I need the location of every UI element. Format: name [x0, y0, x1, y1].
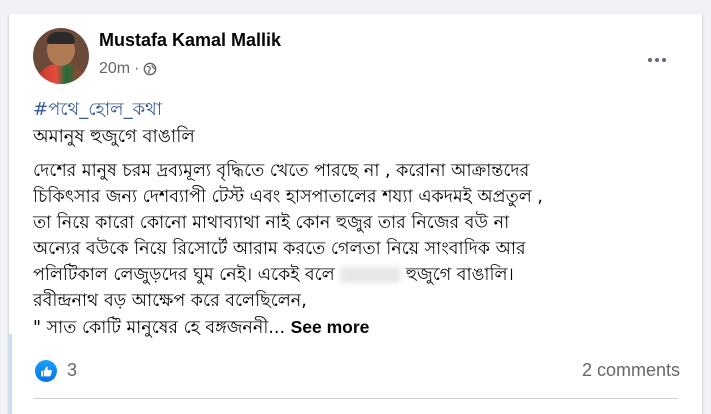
- dot-icon: [648, 58, 652, 62]
- post-text: দেশের মানুষ চরম দ্রব্যমূল্য বৃদ্ধিতে খেত…: [33, 158, 693, 341]
- author-avatar[interactable]: [33, 28, 89, 84]
- meta-separator: ·: [134, 60, 140, 77]
- hashtag-link[interactable]: #পথে_হোল_কথা: [33, 98, 162, 122]
- dot-icon: [655, 58, 659, 62]
- avatar-shirt: [37, 64, 85, 84]
- post-line: দেশের মানুষ চরম দ্রব্যমূল্য বৃদ্ধিতে খেত…: [33, 161, 530, 181]
- post-line: তা নিয়ে কারো কোনো মাথাব্যাথা নাই কোন হু…: [33, 213, 510, 233]
- post-line: রবীন্দ্রনাথ বড় আক্ষেপ করে বলেছিলেন,: [33, 291, 307, 311]
- post-line-5: পলিটিকাল লেজুড়দের ঘুম নেই। একেই বলে হুজ…: [33, 262, 693, 288]
- avatar-hair: [47, 32, 75, 44]
- post-meta: 20m ·: [99, 60, 157, 78]
- post-title: অমানুষ হুজুগে বাঙালি: [33, 126, 195, 147]
- globe-icon[interactable]: [143, 62, 157, 76]
- more-options-button[interactable]: [641, 50, 673, 70]
- post-line-suffix: হুজুগে বাঙালি।: [405, 265, 514, 285]
- post-time[interactable]: 20m: [99, 60, 130, 78]
- post-line-text: পলিটিকাল লেজুড়দের ঘুম নেই। একেই বলে: [33, 265, 335, 285]
- post-footer: 3 2 comments: [9, 350, 702, 390]
- post-line: অন্যের বউকে নিয়ে রিসোর্টে আরাম করতে গেল…: [33, 239, 526, 259]
- footer-divider: [33, 398, 678, 399]
- post-body: #পথে_হোল_কথা অমানুষ হুজুগে বাঙালি দেশের …: [33, 98, 693, 341]
- like-count[interactable]: 3: [67, 360, 77, 381]
- post-card: Mustafa Kamal Mallik 20m · #পথে_হোল_কথা …: [8, 14, 703, 414]
- post-line-text: " সাত কোটি মানুষের হে বঙ্গজননী...: [33, 318, 286, 338]
- redacted-blur: [340, 267, 401, 283]
- thumbs-up-icon[interactable]: [35, 360, 57, 382]
- post-line-last: " সাত কোটি মানুষের হে বঙ্গজননী... See mo…: [33, 314, 693, 341]
- post-header: Mustafa Kamal Mallik 20m ·: [33, 28, 693, 84]
- comments-count[interactable]: 2 comments: [582, 360, 680, 381]
- see-more-link[interactable]: See more: [291, 317, 370, 337]
- dot-icon: [662, 58, 666, 62]
- post-line: চিকিৎসার জন্য দেশব্যাপী টেস্ট এবং হাসপাত…: [33, 187, 543, 207]
- author-name[interactable]: Mustafa Kamal Mallik: [99, 30, 281, 51]
